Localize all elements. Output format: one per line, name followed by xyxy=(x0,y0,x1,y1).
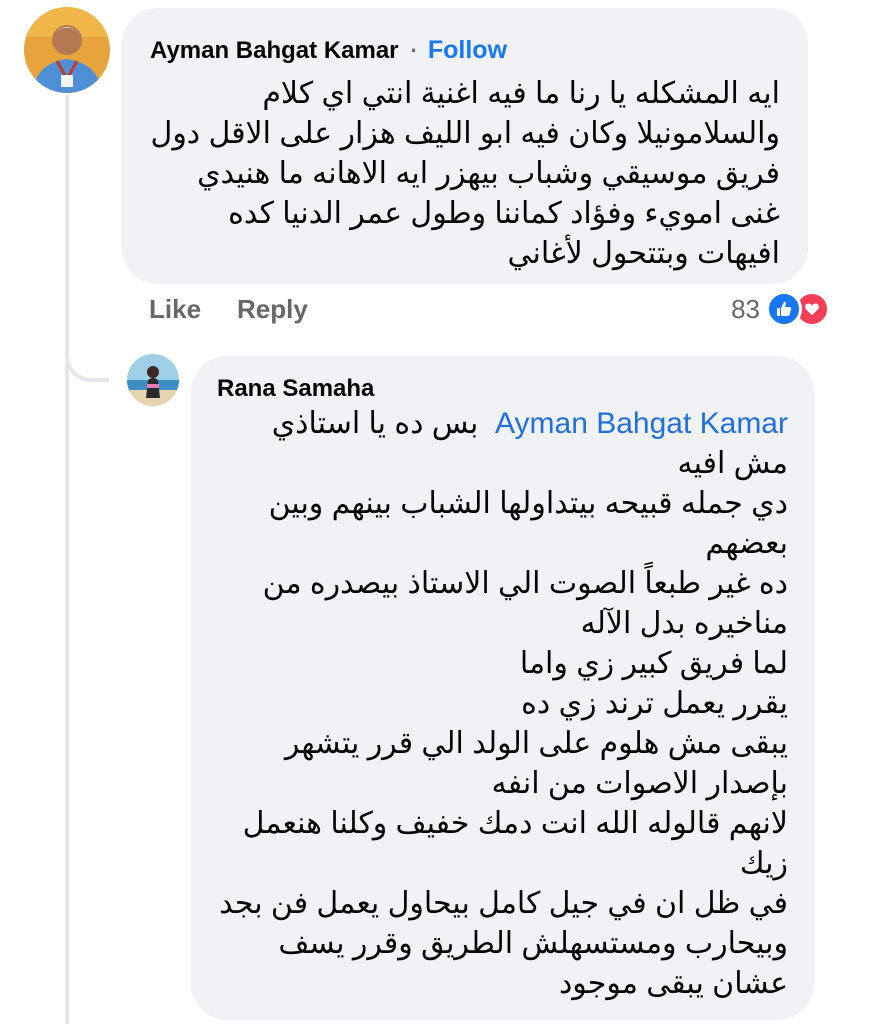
comment-author[interactable]: Ayman Bahgat Kamar xyxy=(150,37,399,65)
like-button[interactable]: Like xyxy=(149,294,201,325)
reply-line: دي جمله قبيحه بيتداولها الشباب بينهم وبي… xyxy=(268,487,788,560)
reply-line: في ظل ان في جيل كامل بيحاول يعمل فن بجد … xyxy=(219,887,788,1000)
reply-line: Ayman Bahgat Kamar بس ده يا استاذي مش اف… xyxy=(271,407,788,480)
mention-link[interactable]: Ayman Bahgat Kamar xyxy=(495,407,788,440)
thread-line xyxy=(65,95,69,1024)
follow-button[interactable]: Follow xyxy=(428,36,507,65)
avatar[interactable] xyxy=(127,354,179,406)
reply-bubble: Rana Samaha Ayman Bahgat Kamar بس ده يا … xyxy=(191,356,814,1020)
reply-line: يقرر يعمل ترند زي ده xyxy=(521,687,788,720)
thread-connector xyxy=(65,330,109,382)
reply-author[interactable]: Rana Samaha xyxy=(217,375,374,403)
comment-actions: Like Reply xyxy=(149,294,308,325)
avatar[interactable] xyxy=(24,7,110,93)
reaction-count: 83 xyxy=(731,293,760,324)
reply-line: يبقى مش هلوم على الولد الي قرر يتشهر بإص… xyxy=(284,727,788,800)
comment-text: ايه المشكله يا رنا ما فيه اغنية انتي اي … xyxy=(150,77,780,270)
reply-button[interactable]: Reply xyxy=(237,294,308,325)
reaction-summary[interactable]: 83 xyxy=(731,291,830,327)
reply-line: لما فريق كبير زي واما xyxy=(519,647,788,680)
separator-dot: · xyxy=(410,37,418,63)
reply-line: ده غير طبعاً الصوت الي الاستاذ بيصدره من… xyxy=(262,567,788,640)
reaction-icons xyxy=(766,291,830,327)
like-icon xyxy=(766,291,802,327)
comment-bubble: Ayman Bahgat Kamar · Follow ايه المشكله … xyxy=(122,8,808,284)
reply-text: Ayman Bahgat Kamar بس ده يا استاذي مش اف… xyxy=(213,404,788,1004)
reply-line: لانهم قالوله الله انت دمك خفيف وكلنا هنع… xyxy=(242,807,788,880)
